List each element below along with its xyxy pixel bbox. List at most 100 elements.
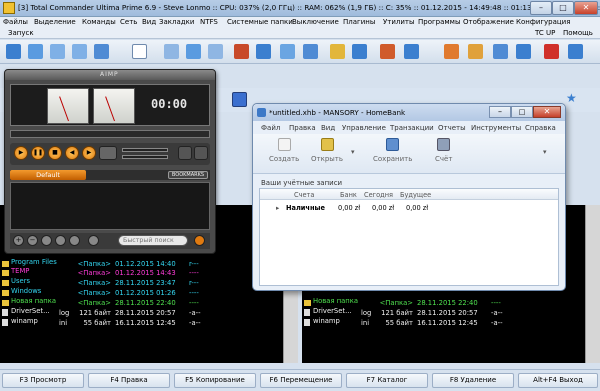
- hb-menu-tools[interactable]: Инструменты: [471, 124, 521, 132]
- f4-edit-button[interactable]: F4 Правка: [88, 373, 170, 388]
- menu-view[interactable]: Вид: [142, 18, 156, 26]
- playlist-tab-default[interactable]: Default: [10, 170, 86, 180]
- network-icon[interactable]: [493, 44, 508, 59]
- hb-menu-file[interactable]: Файл: [261, 124, 280, 132]
- hb-menu-reports[interactable]: Отчеты: [438, 124, 466, 132]
- add-icon[interactable]: +: [13, 235, 24, 246]
- pack-icon[interactable]: [234, 44, 249, 59]
- menu-network[interactable]: Сеть: [120, 18, 137, 26]
- f7-mkdir-button[interactable]: F7 Каталог: [346, 373, 428, 388]
- plugin-icon[interactable]: [468, 44, 483, 59]
- eject-icon[interactable]: [99, 146, 117, 160]
- tree-icon[interactable]: [28, 44, 43, 59]
- col-accounts[interactable]: Счета: [294, 191, 314, 199]
- quick-search-input[interactable]: Быстрый поиск: [118, 235, 188, 246]
- bookmarks-button[interactable]: BOOKMARKS: [168, 171, 208, 179]
- file-row[interactable]: Windows <Папка> 01.12.2015 01:26 ----: [2, 287, 199, 297]
- minimize-button[interactable]: –: [530, 1, 552, 15]
- sort-icon[interactable]: [41, 235, 52, 246]
- maximize-button[interactable]: □: [511, 106, 533, 118]
- drive-icon[interactable]: [232, 92, 247, 107]
- close-button[interactable]: ✕: [533, 106, 561, 118]
- search-icon[interactable]: [280, 44, 295, 59]
- favorite-star-icon[interactable]: ★: [566, 92, 581, 107]
- menu-shutdown[interactable]: Выключение: [292, 18, 339, 26]
- right-panel-scrollbar[interactable]: [585, 205, 600, 363]
- open-dropdown-arrow[interactable]: ▾: [351, 148, 355, 156]
- file-row[interactable]: Новая папка <Папка> 28.11.2015 22:40 ----: [304, 297, 501, 307]
- ftp-icon[interactable]: [330, 44, 345, 59]
- f3-view-button[interactable]: F3 Просмотр: [2, 373, 84, 388]
- notepad-icon[interactable]: [380, 44, 395, 59]
- account-button[interactable]: Счёт: [435, 138, 452, 163]
- maximize-button[interactable]: □: [552, 1, 574, 15]
- compare-icon[interactable]: [186, 44, 201, 59]
- menu-system-folders[interactable]: Системные папки: [227, 18, 293, 26]
- list-icon[interactable]: [69, 235, 80, 246]
- f8-delete-button[interactable]: F8 Удаление: [432, 373, 514, 388]
- file-row[interactable]: winamp ini 55 байт 16.11.2015 12:45 -a--: [304, 317, 503, 327]
- col-future[interactable]: Будущее: [400, 191, 431, 199]
- hb-menu-edit[interactable]: Правка: [289, 124, 316, 132]
- create-button[interactable]: Создать: [269, 138, 299, 163]
- menu-launch[interactable]: Запуск: [8, 29, 34, 37]
- menu-files[interactable]: Файлы: [3, 18, 28, 26]
- volume-slider[interactable]: [122, 148, 168, 152]
- col-today[interactable]: Сегодня: [364, 191, 393, 199]
- shuffle-icon[interactable]: [194, 146, 208, 160]
- file-row[interactable]: DriverSet... log 121 байт 28.11.2015 20:57-…: [304, 307, 503, 317]
- menu-help[interactable]: Помощь: [563, 29, 593, 37]
- filter-icon[interactable]: [164, 44, 179, 59]
- menu-selection[interactable]: Выделение: [34, 18, 76, 26]
- col-bank[interactable]: Банк: [340, 191, 357, 199]
- hb-title-bar[interactable]: *untitled.xhb - MANSORY - HomeBank – □ ✕: [253, 104, 565, 121]
- menu-programs[interactable]: Программы: [418, 18, 461, 26]
- brief-view-icon[interactable]: [50, 44, 65, 59]
- sort-icon[interactable]: [132, 44, 147, 59]
- aimp-player-window[interactable]: AIMP 00:00 ▶ ❚❚ ■ ◀ ▶ Default BOOKMARKS …: [4, 69, 216, 254]
- repeat-icon[interactable]: [178, 146, 192, 160]
- expand-arrow-icon[interactable]: ▸: [276, 204, 279, 212]
- aimp-seek-bar[interactable]: [10, 130, 210, 138]
- open-button[interactable]: Открыть: [311, 138, 343, 163]
- disconnect-icon[interactable]: [352, 44, 367, 59]
- balance-slider[interactable]: [122, 155, 168, 159]
- exit-icon[interactable]: [568, 44, 583, 59]
- unpack-icon[interactable]: [256, 44, 271, 59]
- full-view-icon[interactable]: [72, 44, 87, 59]
- thumbnails-icon[interactable]: [94, 44, 109, 59]
- menu-display[interactable]: Отображение: [463, 18, 514, 26]
- playlist-options-icon[interactable]: [88, 235, 99, 246]
- save-button[interactable]: Сохранить: [373, 138, 412, 163]
- homebank-window[interactable]: *untitled.xhb - MANSORY - HomeBank – □ ✕…: [252, 103, 566, 291]
- search-icon[interactable]: [194, 235, 205, 246]
- menu-ntfs[interactable]: NTFS: [200, 18, 218, 26]
- cmd-icon[interactable]: [404, 44, 419, 59]
- minimize-button[interactable]: –: [489, 106, 511, 118]
- f6-move-button[interactable]: F6 Перемещение: [260, 373, 342, 388]
- shutdown-icon[interactable]: [544, 44, 559, 59]
- play-icon[interactable]: ▶: [14, 146, 28, 160]
- pause-icon[interactable]: ❚❚: [31, 146, 45, 160]
- menu-tc-up[interactable]: TC UP: [535, 29, 555, 37]
- close-button[interactable]: ✕: [574, 1, 598, 15]
- hb-menu-view[interactable]: Вид: [321, 124, 335, 132]
- alt-f4-exit-button[interactable]: Alt+F4 Выход: [518, 373, 598, 388]
- menu-bookmarks[interactable]: Закладки: [159, 18, 194, 26]
- aimp-title-bar[interactable]: AIMP: [5, 70, 215, 80]
- settings-icon[interactable]: [444, 44, 459, 59]
- refresh-icon[interactable]: [6, 44, 21, 59]
- next-icon[interactable]: ▶: [82, 146, 96, 160]
- sync-icon[interactable]: [208, 44, 223, 59]
- stop-icon[interactable]: ■: [48, 146, 62, 160]
- remove-icon[interactable]: −: [27, 235, 38, 246]
- aimp-playlist[interactable]: [10, 182, 210, 230]
- toolbar-overflow-arrow[interactable]: ▾: [543, 148, 547, 156]
- menu-icon[interactable]: [55, 235, 66, 246]
- hb-menu-manage[interactable]: Управление: [342, 124, 386, 132]
- file-row[interactable]: TEMP <Папка> 01.12.2015 14:43 ----: [2, 267, 199, 277]
- account-row[interactable]: ▸ Наличные 0,00 zł 0,00 zł 0,00 zł: [260, 203, 558, 214]
- menu-plugins[interactable]: Плагины: [343, 18, 375, 26]
- file-row[interactable]: Program Files (x...<Папка>01.12.2015 14:…: [2, 258, 199, 268]
- rename-icon[interactable]: [303, 44, 318, 59]
